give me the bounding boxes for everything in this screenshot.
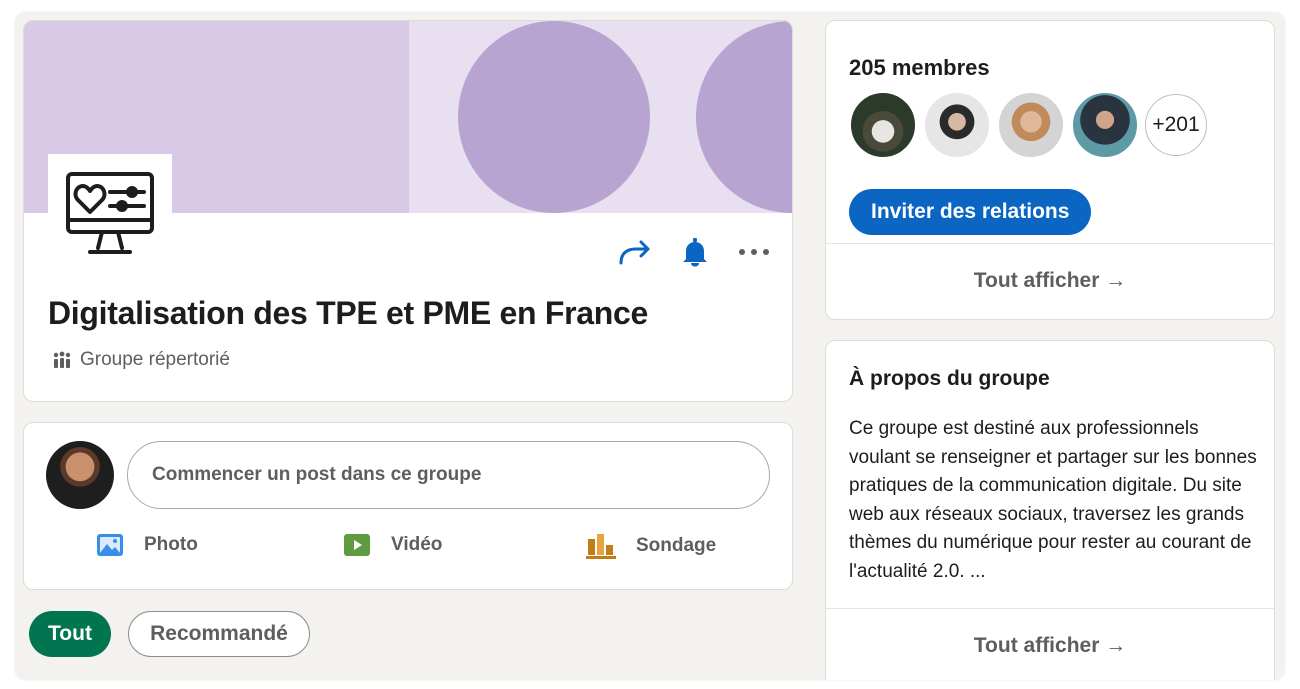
share-icon[interactable] xyxy=(618,239,652,265)
photo-label: Photo xyxy=(144,534,198,555)
divider xyxy=(826,608,1274,609)
member-avatar-list: +201 xyxy=(849,91,1207,159)
video-button[interactable]: Vidéo xyxy=(343,533,442,557)
group-actions xyxy=(618,237,770,267)
banner-circle xyxy=(696,21,792,213)
video-icon xyxy=(344,534,370,556)
group-header-card: Digitalisation des TPE et PME en France … xyxy=(23,20,793,402)
photo-button[interactable]: Photo xyxy=(96,533,198,557)
photo-icon xyxy=(97,534,123,556)
about-show-all-link[interactable]: Tout afficher → xyxy=(826,634,1274,658)
banner-circle xyxy=(458,21,650,213)
poll-button[interactable]: Sondage xyxy=(586,533,716,559)
post-composer-card: Commencer un post dans ce groupe Photo V… xyxy=(23,422,793,590)
filter-chip-all[interactable]: Tout xyxy=(29,611,111,657)
group-title: Digitalisation des TPE et PME en France xyxy=(48,295,649,331)
poll-icon xyxy=(586,534,616,559)
members-count: 205 membres xyxy=(849,55,990,80)
members-card: 205 membres +201 Inviter des relations T… xyxy=(825,20,1275,320)
divider xyxy=(826,243,1274,244)
group-logo xyxy=(48,154,172,274)
monitor-heart-sliders-icon xyxy=(66,172,154,254)
members-show-all-link[interactable]: Tout afficher → xyxy=(826,269,1274,293)
avatar[interactable] xyxy=(46,441,114,509)
post-input[interactable]: Commencer un post dans ce groupe xyxy=(127,441,770,509)
avatar[interactable] xyxy=(923,91,991,159)
invite-connections-button[interactable]: Inviter des relations xyxy=(849,189,1092,235)
filter-chip-recommended[interactable]: Recommandé xyxy=(128,611,310,657)
about-description: Ce groupe est destiné aux professionnels… xyxy=(849,418,1257,582)
page-frame: Digitalisation des TPE et PME en France … xyxy=(15,12,1285,680)
about-card: À propos du groupe Ce groupe est destiné… xyxy=(825,340,1275,680)
more-icon[interactable] xyxy=(738,248,770,256)
poll-label: Sondage xyxy=(636,535,717,556)
post-input-placeholder: Commencer un post dans ce groupe xyxy=(152,464,482,485)
people-icon xyxy=(53,351,71,368)
avatar[interactable] xyxy=(997,91,1065,159)
about-title: À propos du groupe xyxy=(849,367,1050,390)
group-visibility: Groupe répertorié xyxy=(52,349,230,371)
avatar[interactable] xyxy=(1071,91,1139,159)
avatar[interactable] xyxy=(849,91,917,159)
group-visibility-label: Groupe répertorié xyxy=(80,349,230,370)
more-members-count[interactable]: +201 xyxy=(1145,94,1207,156)
video-label: Vidéo xyxy=(391,534,443,555)
bell-icon[interactable] xyxy=(680,237,710,267)
